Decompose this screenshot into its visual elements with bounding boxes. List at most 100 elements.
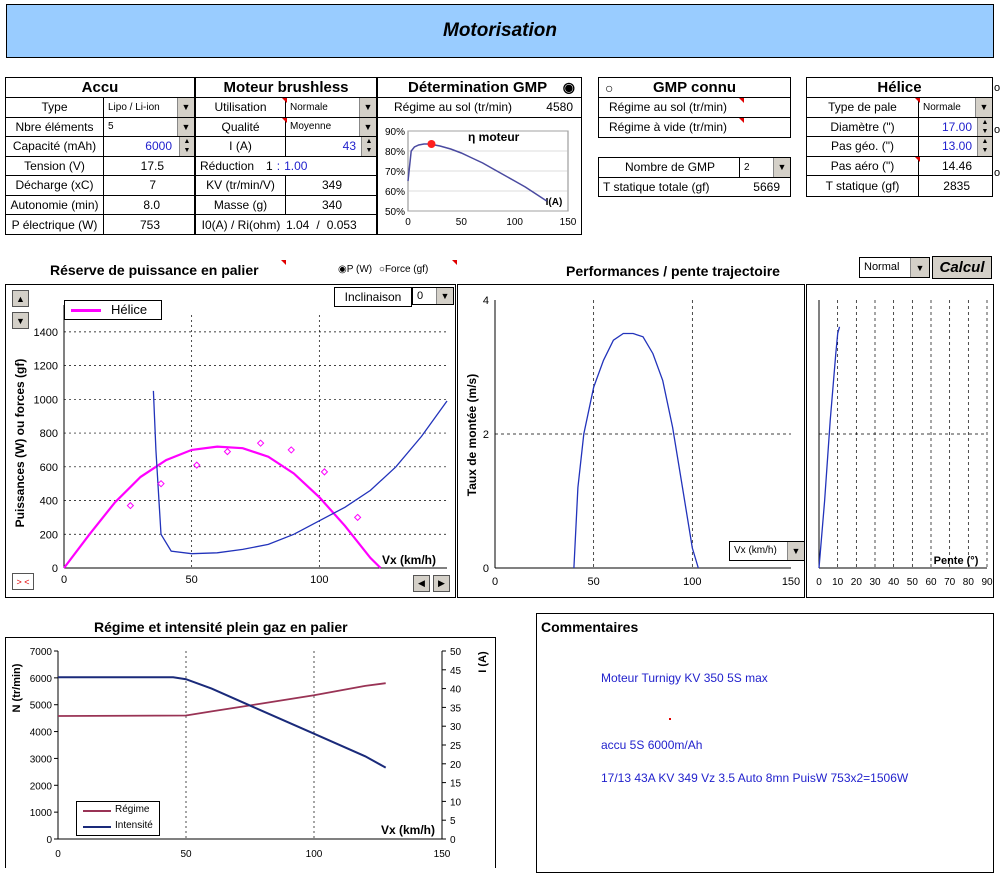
perf-mode-select[interactable]: Normal ▼ <box>859 257 930 278</box>
radio-p-label: P (W) <box>346 264 373 275</box>
helice-row-pasaero: Pas aéro (") 14.46 <box>807 156 992 176</box>
helice-header: Hélice <box>807 78 992 98</box>
scroll-up-button[interactable]: ▲ <box>12 290 29 307</box>
spinner-icon[interactable]: ▲ ▼ <box>179 137 194 156</box>
moteur-utilisation-value: Normale <box>290 101 328 113</box>
gmp-nombre-panel: Nombre de GMP 2 ▼ T statique totale (gf) … <box>598 157 791 197</box>
gmp-det-radio[interactable]: ◉ <box>563 79 575 96</box>
moteur-reduction-label: Réduction <box>200 158 255 173</box>
helice-data-point <box>126 501 135 510</box>
comment-marker <box>282 98 287 103</box>
triangle-down-icon: ▼ <box>16 315 25 326</box>
accu-header: Accu <box>6 78 194 98</box>
gmp-tstat-label: T statique totale (gf) <box>603 180 710 195</box>
chevron-down-icon[interactable]: ▼ <box>359 98 376 117</box>
moteur-kv-label: KV (tr/min/V) <box>196 176 286 195</box>
moteur-row-utilisation: Utilisation Normale ▼ <box>196 98 376 118</box>
legend-label-helice: Hélice <box>111 302 148 317</box>
gmp-nombre-select[interactable]: 2 ▼ <box>739 157 790 177</box>
spinner-icon[interactable]: ▲ ▼ <box>977 117 992 136</box>
accu-elements-select[interactable]: 5 ▼ <box>104 117 194 136</box>
y-tick-label: 6000 <box>30 674 53 685</box>
helice-data-point <box>193 461 201 469</box>
comment-line-3: 17/13 43A KV 349 Vz 3.5 Auto 8mn PuisW 7… <box>601 771 909 785</box>
chevron-down-icon[interactable]: ▼ <box>787 542 804 560</box>
helice-data-point <box>320 468 329 476</box>
perf-x-select[interactable]: Vx (km/h) ▼ <box>729 541 805 561</box>
x-tick-label: 100 <box>683 576 701 588</box>
scroll-right-button[interactable]: ▶ <box>433 575 450 592</box>
chevron-down-icon[interactable]: ▼ <box>177 98 194 117</box>
scroll-down-button[interactable]: ▼ <box>12 312 29 329</box>
moteur-utilisation-select[interactable]: Normale ▼ <box>286 98 376 117</box>
helice-tstat-label: T statique (gf) <box>807 176 919 196</box>
helice-row-pasgeo: Pas géo. (") 13.00 ▲ ▼ <box>807 137 992 157</box>
y-tick-label: 70% <box>385 167 405 178</box>
helice-type-select[interactable]: Normale ▼ <box>919 98 992 117</box>
helice-row-tstat: T statique (gf) 2835 <box>807 176 992 196</box>
perf-x-value: Vx (km/h) <box>734 545 777 556</box>
moteur-reduction-sep: : <box>276 158 281 173</box>
comment-line-1: Moteur Turnigy KV 350 5S max <box>601 671 768 685</box>
regime-chart-frame: 0 1000 2000 3000 4000 5000 6000 7000 0 5 10 15 20 25 3… <box>5 637 496 868</box>
y2-tick-label: 20 <box>450 760 462 771</box>
chevron-down-icon[interactable]: ▼ <box>773 157 790 177</box>
accu-type-value: Lipo / Li-ion <box>108 101 160 113</box>
helice-tstat-value: 2835 <box>943 178 970 193</box>
moteur-utilisation-label: Utilisation <box>196 98 286 117</box>
radio-p[interactable]: ◉ <box>338 264 347 275</box>
gmp-connu-row-sol[interactable]: Régime au sol (tr/min) <box>599 98 790 118</box>
gmp-nombre-label: Nombre de GMP <box>625 160 716 175</box>
moteur-reduction-ratio[interactable]: 1.00 <box>284 159 307 173</box>
x-tick-label: 70 <box>944 577 956 588</box>
x-tick-label: 40 <box>888 577 900 588</box>
comment-marker <box>915 98 920 103</box>
comment-marker <box>282 117 287 123</box>
chevron-down-icon[interactable]: ▼ <box>436 288 453 304</box>
moteur-reduction: Réduction 1 : 1.00 <box>196 157 307 176</box>
inclinaison-select[interactable]: 0 ▼ <box>412 287 454 305</box>
accu-type-select[interactable]: Lipo / Li-ion ▼ <box>104 98 194 117</box>
scroll-left-button[interactable]: ◀ <box>413 575 430 592</box>
moteur-header: Moteur brushless <box>196 78 376 98</box>
comment-marker <box>739 98 744 103</box>
helice-panel: Hélice Type de pale Normale ▼ Diamètre ("… <box>806 77 993 197</box>
moteur-row-qualite: Qualité Moyenne ▼ <box>196 117 376 137</box>
helice-data-point <box>256 439 265 447</box>
helice-data-point <box>287 446 295 454</box>
y-tick-label: 5000 <box>30 701 53 712</box>
moteur-panel: Moteur brushless Utilisation Normale ▼ Qu… <box>195 77 377 235</box>
eta-chart-title: η moteur <box>468 130 520 144</box>
chevron-down-icon[interactable]: ▼ <box>177 117 194 136</box>
x-axis-label: Vx (km/h) <box>381 823 435 837</box>
eta-marker-point <box>427 140 436 148</box>
y-tick-label: 0 <box>483 563 489 575</box>
reserve-title: Réserve de puissance en palier <box>50 262 259 278</box>
reserve-chart-frame: 0 200 400 600 800 1000 1200 1400 0 50 100 Vx (km/h)… <box>5 284 456 598</box>
moteur-qualite-select[interactable]: Moyenne ▼ <box>286 117 376 136</box>
gmp-connu-panel: ○ GMP connu Régime au sol (tr/min) Régim… <box>598 77 791 138</box>
gmp-connu-radio[interactable]: ○ <box>605 80 613 96</box>
x-tick-label: 100 <box>506 217 523 228</box>
calcul-button[interactable]: Calcul <box>932 256 992 279</box>
gmp-connu-row-vide[interactable]: Régime à vide (tr/min) <box>599 117 790 138</box>
y-tick-label: 3000 <box>30 754 53 765</box>
edge-char: o <box>994 82 1000 94</box>
gmp-connu-vide-label: Régime à vide (tr/min) <box>609 120 728 135</box>
gmp-det-title: Détermination GMP <box>408 79 548 96</box>
chevron-down-icon[interactable]: ▼ <box>975 98 992 117</box>
y-tick-label: 400 <box>40 496 58 508</box>
chevron-down-icon[interactable]: ▼ <box>359 117 376 136</box>
gmp-connu-sol-label: Régime au sol (tr/min) <box>609 100 728 115</box>
y-tick-label: 4 <box>483 295 489 307</box>
chevron-down-icon[interactable]: ▼ <box>910 258 929 277</box>
y2-tick-label: 0 <box>450 835 456 846</box>
spinner-icon[interactable]: ▲ ▼ <box>977 137 992 156</box>
spinner-icon[interactable]: ▲ ▼ <box>361 137 376 156</box>
helice-series-line <box>63 445 382 569</box>
y-tick-label: 0 <box>52 563 58 575</box>
helice-diametre-label: Diamètre (") <box>807 117 919 136</box>
y2-tick-label: 45 <box>450 666 462 677</box>
zoom-button[interactable]: > < <box>12 573 34 590</box>
gmp-det-regime-label: Régime au sol (tr/min) <box>394 100 513 115</box>
